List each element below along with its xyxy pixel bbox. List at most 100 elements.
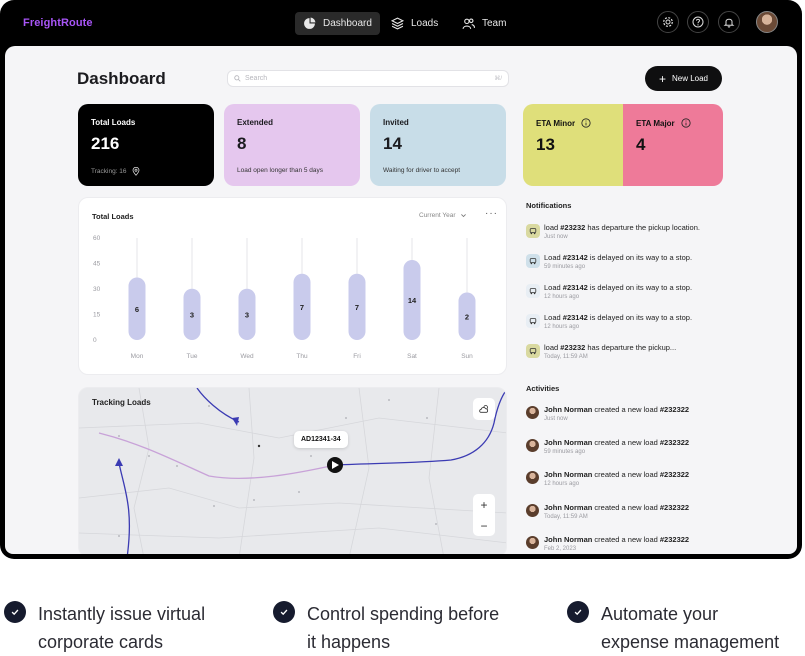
new-load-button[interactable]: + New Load — [645, 66, 722, 91]
bar-value-label: 2 — [465, 312, 469, 321]
load-id[interactable]: #23142 — [563, 253, 588, 262]
zoom-out-button[interactable]: − — [473, 515, 495, 536]
load-id[interactable]: #23142 — [563, 313, 588, 322]
tracking-loads-map[interactable]: Tracking Loads AD12341-34 + − — [78, 387, 507, 554]
eta-minor-card[interactable]: ETA Minor 13 — [523, 104, 623, 186]
activity-item[interactable]: John Norman created a new load #232322 59… — [526, 436, 736, 462]
tab-loads[interactable]: Loads — [383, 12, 446, 35]
activity-item[interactable]: John Norman created a new load #232322 To… — [526, 501, 736, 527]
notification-prefix: load — [544, 223, 561, 232]
avatar — [526, 536, 539, 549]
eta-minor-value: 13 — [536, 135, 555, 154]
notification-item[interactable]: Load #23142 is delayed on its way to a s… — [526, 311, 736, 337]
notification-prefix: Load — [544, 313, 563, 322]
activity-time: Feb 2, 2023 — [544, 546, 577, 552]
y-tick-label: 30 — [93, 286, 101, 293]
truck-icon — [526, 254, 540, 268]
tab-team-label: Team — [482, 18, 507, 29]
feature-item: Instantly issue virtual corporate cards — [4, 600, 205, 656]
stat-card-invited[interactable]: Invited 14 Waiting for driver to accept — [370, 104, 506, 186]
stat-label: Extended — [237, 118, 274, 127]
load-id[interactable]: #23232 — [560, 343, 585, 352]
search-input[interactable]: Search ⌘/ — [227, 70, 509, 87]
x-tick-label: Mon — [131, 353, 144, 360]
tab-dashboard[interactable]: Dashboard — [295, 12, 380, 35]
bell-icon — [723, 18, 735, 28]
notification-item[interactable]: load #23232 has departure the pickup... T… — [526, 341, 736, 367]
tab-team[interactable]: Team — [454, 12, 514, 35]
activity-item[interactable]: John Norman created a new load #232322 Fe… — [526, 533, 736, 554]
help-button[interactable] — [687, 11, 709, 33]
stat-card-extended[interactable]: Extended 8 Load open longer than 5 days — [224, 104, 360, 186]
stat-card-total-loads[interactable]: Total Loads 216 Tracking: 16 — [78, 104, 214, 186]
notifications-button[interactable] — [718, 11, 740, 33]
info-icon[interactable] — [581, 118, 591, 128]
map-title: Tracking Loads — [92, 398, 151, 407]
activity-item[interactable]: John Norman created a new load #232322 Ju… — [526, 403, 736, 429]
notification-time: Today, 11:59 AM — [544, 354, 588, 360]
tracking-count: Tracking: 16 — [91, 168, 127, 175]
activity-text: John Norman created a new load #232322 — [544, 405, 689, 414]
notification-suffix: has departure the pickup location. — [585, 223, 700, 232]
bar-value-label: 3 — [245, 310, 249, 319]
activity-user[interactable]: John Norman — [544, 535, 592, 544]
notification-text: load #23232 has departure the pickup loc… — [544, 223, 700, 232]
notification-text: Load #23142 is delayed on its way to a s… — [544, 283, 692, 292]
info-icon[interactable] — [681, 118, 691, 128]
check-icon — [4, 601, 26, 623]
bar-value-label: 6 — [135, 305, 139, 314]
bar-value-label: 7 — [300, 303, 304, 312]
x-tick-label: Sun — [461, 353, 473, 360]
eta-major-card[interactable]: ETA Major 4 — [623, 104, 723, 186]
activity-user[interactable]: John Norman — [544, 470, 592, 479]
notification-time: Just now — [544, 234, 568, 240]
notification-prefix: load — [544, 343, 561, 352]
users-icon — [462, 18, 475, 30]
notification-suffix: is delayed on its way to a stop. — [587, 313, 693, 322]
tab-loads-label: Loads — [411, 18, 439, 29]
activity-user[interactable]: John Norman — [544, 405, 592, 414]
notification-suffix: has departure the pickup... — [585, 343, 677, 352]
brand-logo[interactable]: FreightRoute — [23, 17, 93, 29]
activity-action: created a new load — [592, 535, 660, 544]
settings-button[interactable] — [657, 11, 679, 33]
notifications-heading: Notifications — [526, 201, 572, 210]
activity-user[interactable]: John Norman — [544, 438, 592, 447]
notification-time: 59 minutes ago — [544, 264, 586, 270]
notification-item[interactable]: Load #23142 is delayed on its way to a s… — [526, 281, 736, 307]
load-id[interactable]: #232322 — [660, 405, 689, 414]
notification-time: 12 hours ago — [544, 324, 580, 330]
x-tick-label: Fri — [353, 353, 361, 360]
check-icon — [273, 601, 295, 623]
load-id[interactable]: #232322 — [660, 535, 689, 544]
eta-major-label: ETA Major — [636, 118, 675, 128]
notification-item[interactable]: load #23232 has departure the pickup loc… — [526, 221, 736, 247]
bar-chart: 0 15 30 45 60 6 Mon 3 Tue 3 Wed 7 Thu 7 Fri 14 Sat 2 Sun — [93, 235, 476, 360]
load-id[interactable]: #23142 — [563, 283, 588, 292]
load-tooltip[interactable]: AD12341-34 — [294, 431, 348, 448]
weather-layer-button[interactable] — [473, 398, 495, 420]
load-id[interactable]: #23232 — [560, 223, 585, 232]
bar-value-label: 14 — [408, 296, 417, 305]
plus-icon: + — [658, 71, 666, 86]
activity-action: created a new load — [592, 437, 660, 447]
truck-icon — [526, 224, 540, 238]
y-tick-label: 60 — [93, 235, 101, 242]
x-tick-label: Sat — [407, 353, 417, 360]
load-id[interactable]: #232322 — [660, 438, 689, 447]
activity-user[interactable]: John Norman — [544, 503, 592, 512]
activity-text: John Norman created a new load #232322 — [544, 438, 689, 447]
feature-line: Instantly issue virtual — [38, 604, 206, 624]
load-id[interactable]: #232322 — [660, 470, 689, 479]
activity-time: Today, 11:59 AM — [544, 513, 588, 520]
load-id[interactable]: #232322 — [660, 503, 689, 512]
activity-item[interactable]: John Norman created a new load #232322 12… — [526, 468, 736, 494]
stat-sub: Tracking: 16 — [91, 167, 201, 176]
feature-line: Automate your — [601, 604, 719, 624]
truck-icon — [526, 314, 540, 328]
activity-text: John Norman created a new load #232322 — [544, 470, 689, 479]
notification-prefix: Load — [544, 253, 563, 262]
zoom-in-button[interactable]: + — [473, 494, 495, 515]
user-avatar[interactable] — [756, 11, 778, 33]
notification-item[interactable]: Load #23142 is delayed on its way to a s… — [526, 251, 736, 277]
